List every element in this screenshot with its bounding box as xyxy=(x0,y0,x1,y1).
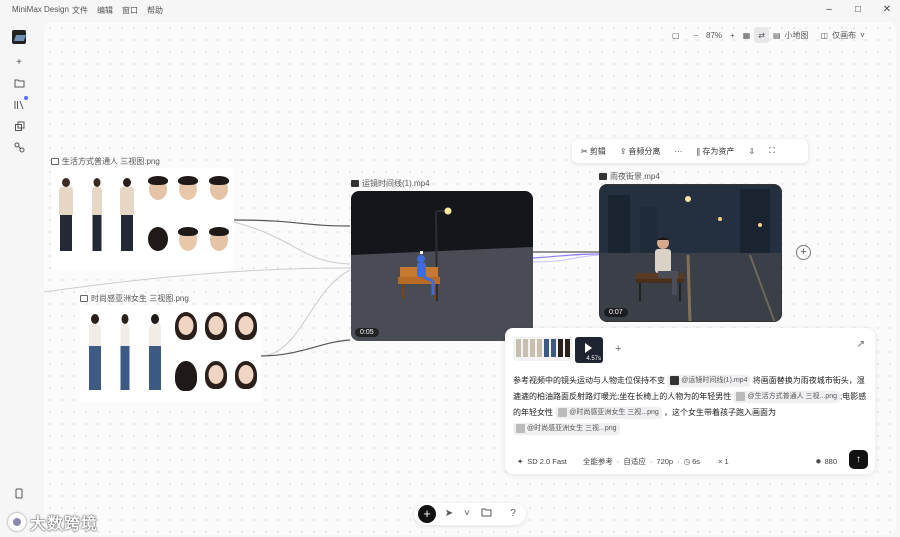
prompt-panel: 4.57s + ↗ 参考视频中的镜头运动与人物走位保持不变 @运镜时间线(1).… xyxy=(505,328,875,474)
woman-face-6 xyxy=(231,354,261,403)
bottom-dock: + ➤ ˅ ? xyxy=(414,503,526,525)
woman-face-1 xyxy=(170,305,200,354)
duration-select[interactable]: 6s xyxy=(692,457,700,466)
help-icon[interactable]: ? xyxy=(506,507,520,521)
reference-thumb-people[interactable] xyxy=(513,337,573,361)
storyboard-scene xyxy=(351,207,533,341)
woman-face-3 xyxy=(231,305,261,354)
generation-settings: ✦ SD 2.0 Fast 全能参考 · 自适应 · 720p · ◷ 6s ×… xyxy=(517,456,867,467)
credits-icon: ✹ xyxy=(815,457,822,466)
storyboard-video[interactable]: 0:05 xyxy=(351,191,533,341)
more-button[interactable]: ··· xyxy=(671,147,685,156)
audio-split-button[interactable]: ⇪ 音频分离 xyxy=(617,146,664,157)
man-figure-back xyxy=(112,168,143,270)
library-icon: ∥ xyxy=(696,146,701,156)
mention-chip[interactable]: @运镜时间线(1).mp4 xyxy=(667,374,751,387)
add-node-icon[interactable]: + xyxy=(796,245,811,260)
watermark: 大数跨境 xyxy=(8,510,98,534)
woman-face-2 xyxy=(201,305,231,354)
cursor-icon[interactable]: ➤ xyxy=(442,507,456,521)
fullscreen-icon[interactable]: ⛶ xyxy=(766,146,778,156)
video-timestamp: 0:07 xyxy=(604,308,628,317)
chevron-down-icon[interactable]: ˅ xyxy=(460,507,474,521)
mention-chip[interactable]: @时尚感亚洲女生 三视...png xyxy=(513,422,620,435)
aspect-select[interactable]: 自适应 xyxy=(623,456,646,467)
man-face-5 xyxy=(173,219,204,270)
separator: · xyxy=(649,457,653,466)
woman-face-5 xyxy=(201,354,231,403)
man-figure-front xyxy=(51,168,82,270)
prompt-text[interactable]: 参考视频中的镜头运动与人物走位保持不变 @运镜时间线(1).mp4 将画面替换为… xyxy=(513,373,867,437)
man-three-view-image[interactable] xyxy=(51,168,234,270)
node-label-man[interactable]: 生活方式普通人 三视图.png xyxy=(51,156,160,167)
watermark-text: 大数跨境 xyxy=(30,516,99,533)
clock-icon: ◷ xyxy=(683,457,691,466)
node-label-storyboard[interactable]: 运镜时间线(1).mp4 xyxy=(351,178,430,189)
mention-chip[interactable]: @生活方式普通人 三视...png xyxy=(733,390,841,403)
image-thumb-icon xyxy=(558,408,568,418)
separator: · xyxy=(616,457,620,466)
separator: · xyxy=(677,457,680,466)
image-thumb-icon xyxy=(516,424,525,434)
thumb-duration: 4.57s xyxy=(586,356,601,362)
mention-chip[interactable]: @时尚感亚洲女生 三视...png xyxy=(555,406,662,419)
man-face-4 xyxy=(143,219,174,270)
video-thumb-icon xyxy=(670,376,680,386)
rain-street-video[interactable]: 0:07 xyxy=(599,184,782,322)
video-timestamp: 0:05 xyxy=(355,328,379,337)
video-icon xyxy=(351,180,359,187)
sparkle-icon: ✦ xyxy=(517,457,524,466)
woman-figure-front xyxy=(80,305,110,402)
node-label-woman[interactable]: 时尚感亚洲女生 三视图.png xyxy=(80,293,189,304)
rain-scene xyxy=(600,185,781,321)
arrow-up-icon: ↑ xyxy=(856,454,861,465)
watermark-logo-icon xyxy=(8,513,26,531)
video-icon xyxy=(599,173,607,180)
model-select[interactable]: SD 2.0 Fast xyxy=(527,457,567,466)
send-button[interactable]: ↑ xyxy=(849,450,868,469)
folder-icon[interactable] xyxy=(479,507,493,521)
man-figure-side xyxy=(82,168,113,270)
cut-button[interactable]: ✂ 剪辑 xyxy=(578,146,609,157)
man-face-1 xyxy=(143,168,174,219)
reference-mode[interactable]: 全能参考 xyxy=(583,456,613,467)
woman-three-view-image[interactable] xyxy=(80,305,261,402)
image-thumb-icon xyxy=(736,392,746,402)
woman-figure-side xyxy=(110,305,140,402)
man-face-6 xyxy=(204,219,235,270)
resolution-select[interactable]: 720p xyxy=(656,457,673,466)
add-node-button[interactable]: + xyxy=(418,505,436,523)
image-icon xyxy=(51,158,59,165)
add-reference-icon[interactable]: + xyxy=(615,343,621,355)
count-select[interactable]: × 1 xyxy=(718,457,729,466)
man-face-3 xyxy=(204,168,235,219)
image-icon xyxy=(80,295,88,302)
save-asset-button[interactable]: ∥ 存为资产 xyxy=(693,146,737,157)
node-label-rain[interactable]: 雨夜街景.mp4 xyxy=(599,171,660,182)
expand-icon[interactable]: ↗ xyxy=(857,339,865,350)
reference-thumb-video[interactable]: 4.57s xyxy=(575,337,603,363)
node-action-toolbar: ✂ 剪辑 ⇪ 音频分离 ··· ∥ 存为资产 ⇩ ⛶ xyxy=(572,139,808,163)
man-face-2 xyxy=(173,168,204,219)
audio-split-icon: ⇪ xyxy=(619,146,627,156)
export-icon[interactable]: ⇩ xyxy=(745,147,758,156)
credits-value: 880 xyxy=(824,457,837,466)
woman-face-4 xyxy=(170,354,200,403)
play-icon xyxy=(585,343,592,353)
woman-figure-back xyxy=(140,305,170,402)
scissors-icon: ✂ xyxy=(581,146,588,156)
